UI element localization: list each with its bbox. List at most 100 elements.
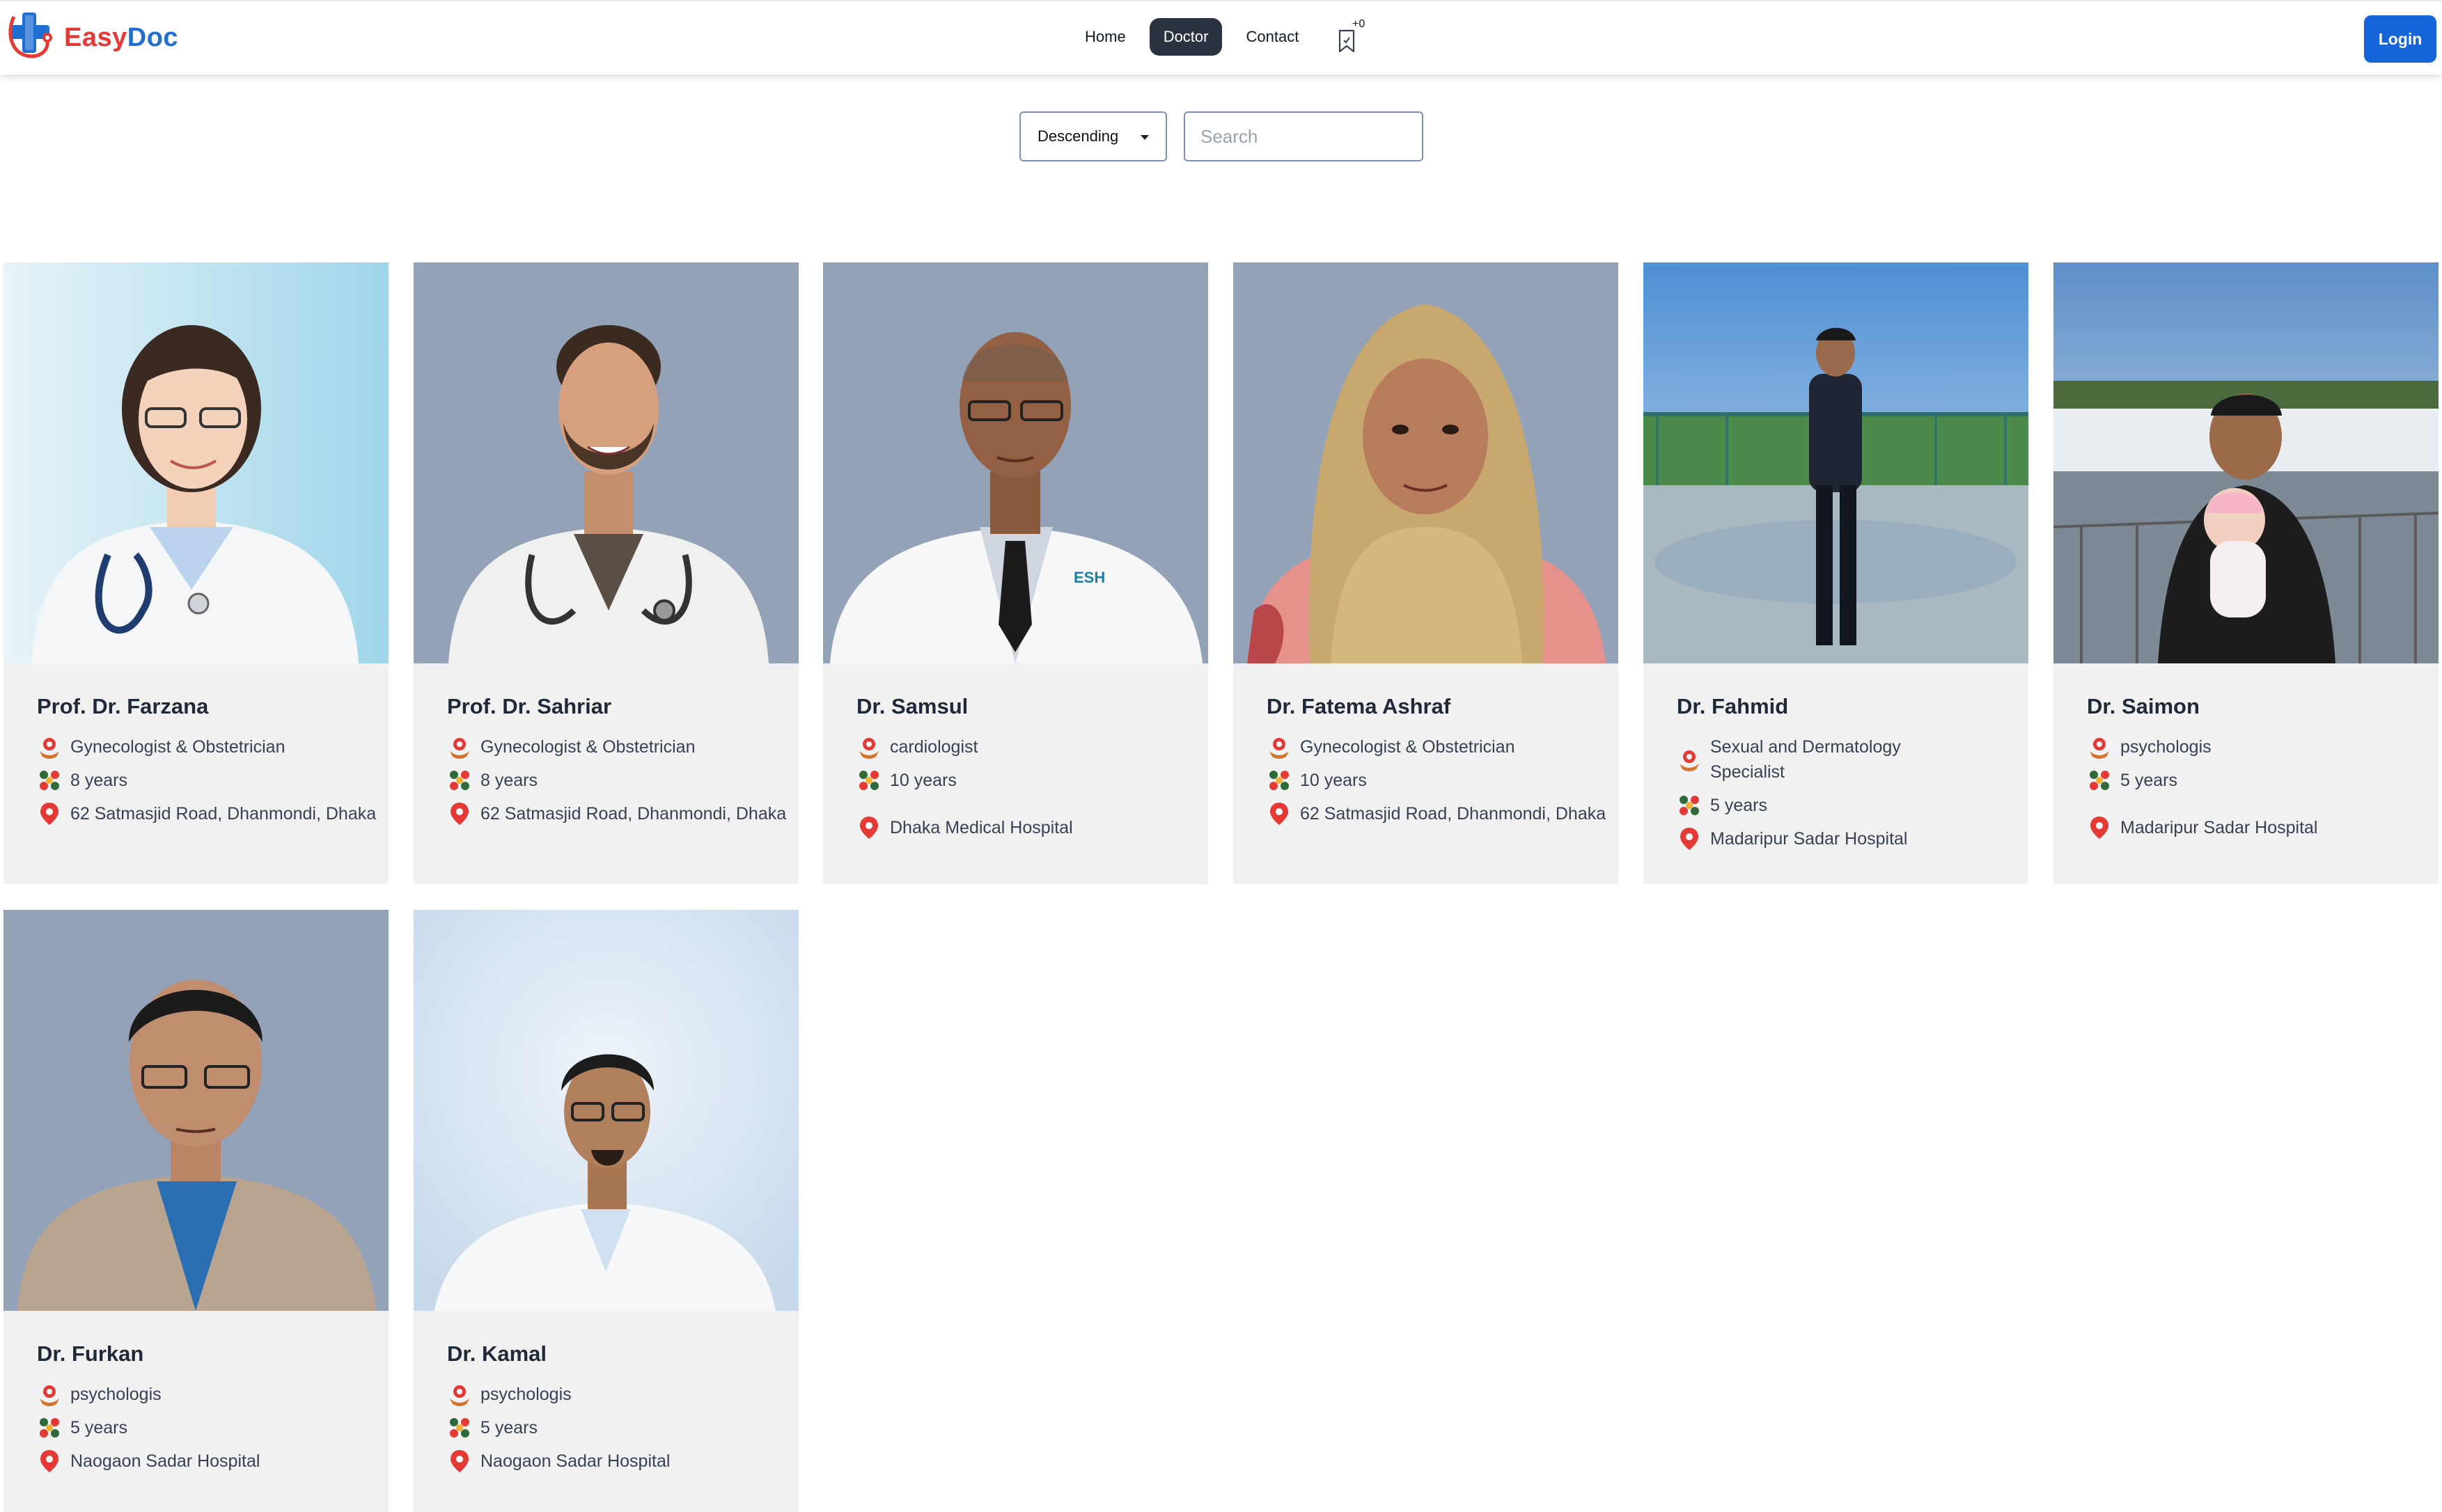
doctor-photo — [3, 910, 389, 1311]
svg-text:ESH: ESH — [1074, 569, 1105, 586]
doctor-specialty: psychologis — [2120, 737, 2212, 757]
doctor-specialty: Gynecologist & Obstetrician — [1300, 737, 1515, 757]
sort-order-value: Descending — [1038, 127, 1119, 145]
doctor-card[interactable]: Dr. Saimon psychologis 5 years Madaripur… — [2053, 262, 2439, 884]
doctor-experience: 5 years — [70, 1418, 127, 1438]
sort-order-select[interactable]: Descending — [1019, 111, 1167, 162]
bookmark-count: +0 — [1352, 18, 1365, 30]
main-nav: Home Doctor Contact — [1071, 18, 1313, 56]
experience-row: 8 years — [447, 768, 787, 793]
specialty-icon — [447, 734, 472, 759]
doctor-location: Madaripur Sadar Hospital — [2120, 818, 2318, 837]
experience-row: 10 years — [1267, 768, 1606, 793]
brand-name-part2: Doc — [127, 22, 179, 52]
doctor-card[interactable]: Prof. Dr. Sahriar Gynecologist & Obstetr… — [414, 262, 799, 884]
doctor-experience: 5 years — [1710, 796, 1767, 815]
experience-icon — [1267, 768, 1292, 793]
experience-icon — [37, 768, 62, 793]
bookmark-icon — [1338, 29, 1355, 53]
specialty-icon — [1677, 747, 1702, 772]
specialty-row: psychologis — [447, 1382, 787, 1407]
doctor-location: 62 Satmasjid Road, Dhanmondi, Dhaka — [480, 804, 787, 824]
location-pin-icon — [447, 1449, 472, 1474]
location-row: Madaripur Sadar Hospital — [2087, 815, 2427, 840]
doctor-specialty: psychologis — [70, 1385, 162, 1404]
doctor-specialty: Gynecologist & Obstetrician — [480, 737, 696, 757]
doctor-location: Naogaon Sadar Hospital — [70, 1451, 260, 1471]
doctor-location: Dhaka Medical Hospital — [890, 818, 1073, 837]
doctor-photo — [2053, 262, 2439, 663]
doctor-photo — [1233, 262, 1618, 663]
location-row: Naogaon Sadar Hospital — [37, 1449, 377, 1474]
experience-row: 8 years — [37, 768, 377, 793]
location-pin-icon — [447, 801, 472, 826]
doctor-specialty: Gynecologist & Obstetrician — [70, 737, 285, 757]
doctor-name: Dr. Saimon — [2087, 694, 2200, 718]
brand-logo[interactable]: EasyDoc — [6, 8, 178, 67]
specialty-row: Gynecologist & Obstetrician — [37, 734, 377, 759]
doctor-experience: 8 years — [480, 771, 538, 790]
bookmark-button[interactable]: +0 — [1337, 18, 1365, 56]
doctor-location: 62 Satmasjid Road, Dhanmondi, Dhaka — [1300, 804, 1606, 824]
doctor-photo — [3, 262, 389, 663]
location-pin-icon — [856, 815, 882, 840]
doctor-location: Madaripur Sadar Hospital — [1710, 829, 1908, 849]
doctor-experience: 10 years — [890, 771, 957, 790]
doctor-card[interactable]: Dr. Furkan psychologis 5 years Naogaon S… — [3, 910, 389, 1512]
experience-icon — [856, 768, 882, 793]
nav-contact[interactable]: Contact — [1232, 18, 1313, 56]
doctor-experience: 8 years — [70, 771, 127, 790]
doctor-name: Dr. Samsul — [856, 694, 969, 718]
specialty-row: Gynecologist & Obstetrician — [447, 734, 787, 759]
experience-row: 5 years — [2087, 768, 2427, 793]
specialty-row: Gynecologist & Obstetrician — [1267, 734, 1606, 759]
stethoscope-cross-icon — [8, 13, 52, 58]
location-row: Dhaka Medical Hospital — [856, 815, 1196, 840]
doctor-card[interactable]: Dr. Kamal psychologis 5 years Naogaon Sa… — [414, 910, 799, 1512]
experience-row: 5 years — [1677, 793, 2017, 818]
doctor-name: Prof. Dr. Farzana — [37, 694, 209, 718]
chevron-down-icon — [1141, 135, 1149, 140]
experience-icon — [37, 1415, 62, 1440]
doctor-name: Dr. Fatema Ashraf — [1267, 694, 1451, 718]
location-pin-icon — [37, 1449, 62, 1474]
specialty-icon — [2087, 734, 2112, 759]
doctor-photo — [1643, 262, 2028, 663]
experience-row: 10 years — [856, 768, 1196, 793]
doctor-location: Naogaon Sadar Hospital — [480, 1451, 671, 1471]
experience-icon — [447, 768, 472, 793]
doctor-location: 62 Satmasjid Road, Dhanmondi, Dhaka — [70, 804, 377, 824]
doctor-experience: 10 years — [1300, 771, 1367, 790]
doctor-specialty: Sexual and Dermatology Specialist — [1710, 737, 1901, 782]
doctor-experience: 5 years — [480, 1418, 538, 1438]
doctor-photo — [414, 262, 799, 663]
doctor-name: Prof. Dr. Sahriar — [447, 694, 612, 718]
experience-row: 5 years — [37, 1415, 377, 1440]
doctor-specialty: psychologis — [480, 1385, 572, 1404]
search-input[interactable] — [1184, 111, 1423, 162]
nav-doctor[interactable]: Doctor — [1149, 18, 1223, 56]
doctor-photo — [414, 910, 799, 1311]
doctor-specialty: cardiologist — [890, 737, 978, 757]
specialty-icon — [37, 1382, 62, 1407]
specialty-icon — [37, 734, 62, 759]
login-button[interactable]: Login — [2364, 15, 2436, 63]
doctor-card[interactable]: Dr. Fahmid Sexual and Dermatology Specia… — [1643, 262, 2028, 884]
location-pin-icon — [1267, 801, 1292, 826]
doctor-name: Dr. Furkan — [37, 1341, 144, 1366]
specialty-row: psychologis — [37, 1382, 377, 1407]
location-row: Madaripur Sadar Hospital — [1677, 826, 2017, 851]
doctor-card[interactable]: Dr. Fatema Ashraf Gynecologist & Obstetr… — [1233, 262, 1618, 884]
doctor-card[interactable]: ESH Dr. Samsul cardiologist 10 years Dha… — [823, 262, 1208, 884]
specialty-icon — [447, 1382, 472, 1407]
specialty-row: cardiologist — [856, 734, 1196, 759]
experience-icon — [447, 1415, 472, 1440]
experience-row: 5 years — [447, 1415, 787, 1440]
experience-icon — [2087, 768, 2112, 793]
brand-name: EasyDoc — [64, 23, 178, 53]
location-row: Naogaon Sadar Hospital — [447, 1449, 787, 1474]
location-pin-icon — [2087, 815, 2112, 840]
doctor-card[interactable]: Prof. Dr. Farzana Gynecologist & Obstetr… — [3, 262, 389, 884]
specialty-icon — [1267, 734, 1292, 759]
nav-home[interactable]: Home — [1071, 18, 1140, 56]
